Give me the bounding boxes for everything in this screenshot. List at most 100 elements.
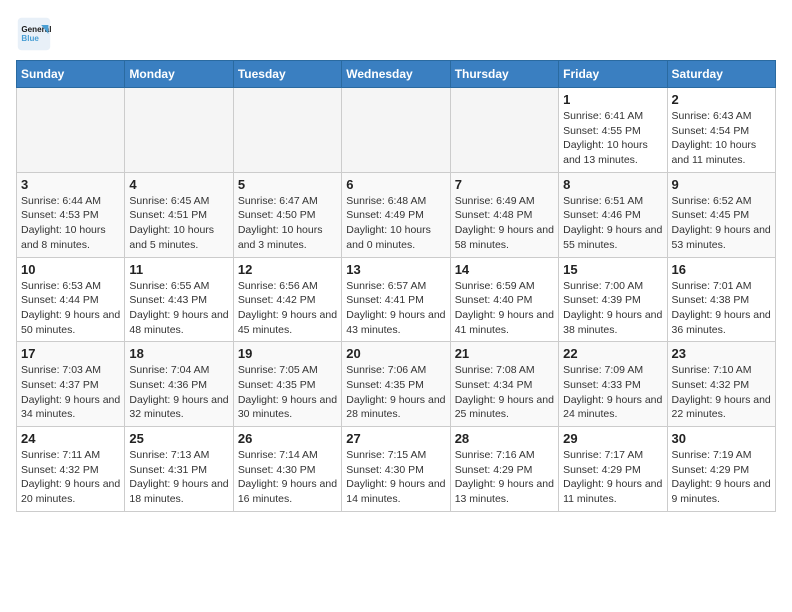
day-info: Sunrise: 7:08 AM Sunset: 4:34 PM Dayligh…	[455, 363, 554, 422]
day-number: 23	[672, 346, 771, 361]
calendar-cell: 18 Sunrise: 7:04 AM Sunset: 4:36 PM Dayli…	[125, 342, 233, 427]
calendar-cell: 27 Sunrise: 7:15 AM Sunset: 4:30 PM Dayli…	[342, 427, 450, 512]
day-info: Sunrise: 6:53 AM Sunset: 4:44 PM Dayligh…	[21, 279, 120, 338]
calendar-cell: 3 Sunrise: 6:44 AM Sunset: 4:53 PM Daylig…	[17, 172, 125, 257]
day-info: Sunrise: 6:47 AM Sunset: 4:50 PM Dayligh…	[238, 194, 337, 253]
calendar-cell: 14 Sunrise: 6:59 AM Sunset: 4:40 PM Dayli…	[450, 257, 558, 342]
day-number: 25	[129, 431, 228, 446]
day-info: Sunrise: 6:41 AM Sunset: 4:55 PM Dayligh…	[563, 109, 662, 168]
day-info: Sunrise: 7:16 AM Sunset: 4:29 PM Dayligh…	[455, 448, 554, 507]
day-info: Sunrise: 7:09 AM Sunset: 4:33 PM Dayligh…	[563, 363, 662, 422]
day-number: 21	[455, 346, 554, 361]
week-row: 10 Sunrise: 6:53 AM Sunset: 4:44 PM Dayli…	[17, 257, 776, 342]
day-number: 10	[21, 262, 120, 277]
dow-wednesday: Wednesday	[342, 61, 450, 88]
calendar-cell: 28 Sunrise: 7:16 AM Sunset: 4:29 PM Dayli…	[450, 427, 558, 512]
calendar-cell: 30Sunrise: 7:19 AM Sunset: 4:29 PM Dayli…	[667, 427, 775, 512]
day-number: 26	[238, 431, 337, 446]
week-row: 1Sunrise: 6:41 AM Sunset: 4:55 PM Daylig…	[17, 88, 776, 173]
day-info: Sunrise: 7:01 AM Sunset: 4:38 PM Dayligh…	[672, 279, 771, 338]
day-number: 16	[672, 262, 771, 277]
day-number: 18	[129, 346, 228, 361]
day-info: Sunrise: 6:49 AM Sunset: 4:48 PM Dayligh…	[455, 194, 554, 253]
day-number: 2	[672, 92, 771, 107]
calendar-cell: 12 Sunrise: 6:56 AM Sunset: 4:42 PM Dayli…	[233, 257, 341, 342]
calendar-cell	[125, 88, 233, 173]
day-number: 13	[346, 262, 445, 277]
calendar-cell: 29Sunrise: 7:17 AM Sunset: 4:29 PM Dayli…	[559, 427, 667, 512]
svg-text:Blue: Blue	[21, 34, 39, 43]
dow-monday: Monday	[125, 61, 233, 88]
calendar-cell	[342, 88, 450, 173]
day-number: 27	[346, 431, 445, 446]
calendar-cell: 24 Sunrise: 7:11 AM Sunset: 4:32 PM Dayli…	[17, 427, 125, 512]
day-number: 22	[563, 346, 662, 361]
calendar-cell: 13 Sunrise: 6:57 AM Sunset: 4:41 PM Dayli…	[342, 257, 450, 342]
calendar-cell	[233, 88, 341, 173]
dow-thursday: Thursday	[450, 61, 558, 88]
calendar-cell: 11 Sunrise: 6:55 AM Sunset: 4:43 PM Dayli…	[125, 257, 233, 342]
calendar-cell: 4 Sunrise: 6:45 AM Sunset: 4:51 PM Daylig…	[125, 172, 233, 257]
day-number: 3	[21, 177, 120, 192]
day-number: 4	[129, 177, 228, 192]
day-info: Sunrise: 7:15 AM Sunset: 4:30 PM Dayligh…	[346, 448, 445, 507]
dow-sunday: Sunday	[17, 61, 125, 88]
logo-icon: General Blue	[16, 16, 52, 52]
day-number: 19	[238, 346, 337, 361]
day-info: Sunrise: 6:56 AM Sunset: 4:42 PM Dayligh…	[238, 279, 337, 338]
day-info: Sunrise: 7:06 AM Sunset: 4:35 PM Dayligh…	[346, 363, 445, 422]
dow-tuesday: Tuesday	[233, 61, 341, 88]
week-row: 17 Sunrise: 7:03 AM Sunset: 4:37 PM Dayli…	[17, 342, 776, 427]
day-number: 28	[455, 431, 554, 446]
day-number: 14	[455, 262, 554, 277]
calendar-cell: 5 Sunrise: 6:47 AM Sunset: 4:50 PM Daylig…	[233, 172, 341, 257]
day-info: Sunrise: 7:05 AM Sunset: 4:35 PM Dayligh…	[238, 363, 337, 422]
day-info: Sunrise: 7:04 AM Sunset: 4:36 PM Dayligh…	[129, 363, 228, 422]
calendar: SundayMondayTuesdayWednesdayThursdayFrid…	[16, 60, 776, 512]
day-info: Sunrise: 7:13 AM Sunset: 4:31 PM Dayligh…	[129, 448, 228, 507]
calendar-cell: 7 Sunrise: 6:49 AM Sunset: 4:48 PM Daylig…	[450, 172, 558, 257]
calendar-cell: 9Sunrise: 6:52 AM Sunset: 4:45 PM Daylig…	[667, 172, 775, 257]
calendar-cell: 23 Sunrise: 7:10 AM Sunset: 4:32 PM Dayli…	[667, 342, 775, 427]
day-number: 24	[21, 431, 120, 446]
day-number: 11	[129, 262, 228, 277]
day-info: Sunrise: 6:59 AM Sunset: 4:40 PM Dayligh…	[455, 279, 554, 338]
calendar-cell: 15Sunrise: 7:00 AM Sunset: 4:39 PM Dayli…	[559, 257, 667, 342]
day-info: Sunrise: 6:52 AM Sunset: 4:45 PM Dayligh…	[672, 194, 771, 253]
header: General Blue	[16, 16, 776, 52]
day-info: Sunrise: 6:57 AM Sunset: 4:41 PM Dayligh…	[346, 279, 445, 338]
calendar-cell	[450, 88, 558, 173]
day-info: Sunrise: 6:44 AM Sunset: 4:53 PM Dayligh…	[21, 194, 120, 253]
day-info: Sunrise: 7:10 AM Sunset: 4:32 PM Dayligh…	[672, 363, 771, 422]
calendar-cell: 1Sunrise: 6:41 AM Sunset: 4:55 PM Daylig…	[559, 88, 667, 173]
calendar-cell: 21 Sunrise: 7:08 AM Sunset: 4:34 PM Dayli…	[450, 342, 558, 427]
day-number: 7	[455, 177, 554, 192]
day-info: Sunrise: 6:45 AM Sunset: 4:51 PM Dayligh…	[129, 194, 228, 253]
day-info: Sunrise: 7:11 AM Sunset: 4:32 PM Dayligh…	[21, 448, 120, 507]
calendar-cell: 26Sunrise: 7:14 AM Sunset: 4:30 PM Dayli…	[233, 427, 341, 512]
day-info: Sunrise: 7:03 AM Sunset: 4:37 PM Dayligh…	[21, 363, 120, 422]
day-info: Sunrise: 6:55 AM Sunset: 4:43 PM Dayligh…	[129, 279, 228, 338]
day-number: 6	[346, 177, 445, 192]
day-of-week-header: SundayMondayTuesdayWednesdayThursdayFrid…	[17, 61, 776, 88]
week-row: 3 Sunrise: 6:44 AM Sunset: 4:53 PM Daylig…	[17, 172, 776, 257]
calendar-cell: 8Sunrise: 6:51 AM Sunset: 4:46 PM Daylig…	[559, 172, 667, 257]
day-info: Sunrise: 7:00 AM Sunset: 4:39 PM Dayligh…	[563, 279, 662, 338]
calendar-cell: 25 Sunrise: 7:13 AM Sunset: 4:31 PM Dayli…	[125, 427, 233, 512]
calendar-cell: 17 Sunrise: 7:03 AM Sunset: 4:37 PM Dayli…	[17, 342, 125, 427]
calendar-cell: 22 Sunrise: 7:09 AM Sunset: 4:33 PM Dayli…	[559, 342, 667, 427]
day-number: 5	[238, 177, 337, 192]
calendar-cell: 19 Sunrise: 7:05 AM Sunset: 4:35 PM Dayli…	[233, 342, 341, 427]
day-number: 20	[346, 346, 445, 361]
day-info: Sunrise: 7:19 AM Sunset: 4:29 PM Dayligh…	[672, 448, 771, 507]
calendar-cell: 16 Sunrise: 7:01 AM Sunset: 4:38 PM Dayli…	[667, 257, 775, 342]
calendar-cell: 20 Sunrise: 7:06 AM Sunset: 4:35 PM Dayli…	[342, 342, 450, 427]
logo: General Blue	[16, 16, 56, 52]
day-info: Sunrise: 6:43 AM Sunset: 4:54 PM Dayligh…	[672, 109, 771, 168]
day-info: Sunrise: 6:48 AM Sunset: 4:49 PM Dayligh…	[346, 194, 445, 253]
week-row: 24 Sunrise: 7:11 AM Sunset: 4:32 PM Dayli…	[17, 427, 776, 512]
calendar-cell: 10 Sunrise: 6:53 AM Sunset: 4:44 PM Dayli…	[17, 257, 125, 342]
calendar-cell	[17, 88, 125, 173]
day-number: 12	[238, 262, 337, 277]
day-number: 17	[21, 346, 120, 361]
